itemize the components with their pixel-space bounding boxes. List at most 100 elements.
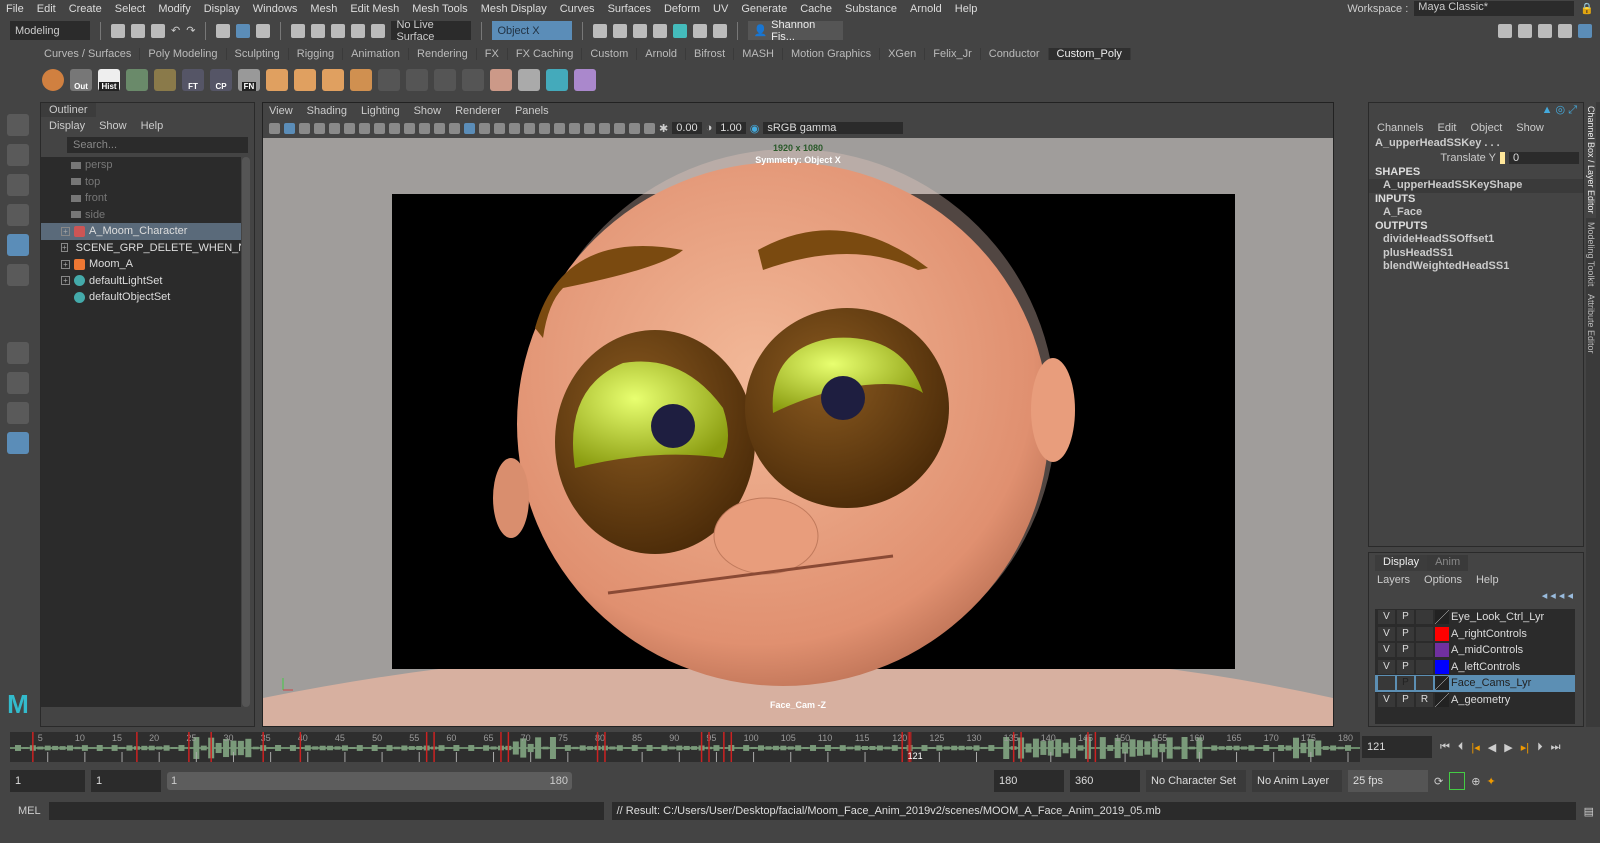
go-to-start-icon[interactable]: ⏮: [1440, 741, 1450, 754]
outliner-menu-display[interactable]: Display: [49, 120, 85, 132]
next-key-icon[interactable]: ▸|: [1521, 741, 1529, 754]
playback-toggle[interactable]: P: [1397, 692, 1414, 707]
expand-icon[interactable]: +: [61, 259, 70, 269]
lock-icon[interactable]: 🔒: [1580, 2, 1594, 15]
visibility-toggle[interactable]: V: [1378, 659, 1395, 674]
side-tab-attribute-editor[interactable]: Attribute Editor: [1586, 290, 1596, 358]
menu-select[interactable]: Select: [115, 3, 146, 15]
extrude-icon[interactable]: [322, 69, 344, 91]
viewport-menu-view[interactable]: View: [269, 105, 293, 117]
face-normals-button[interactable]: FN: [238, 69, 260, 91]
exposure-field[interactable]: 0.00: [672, 122, 702, 134]
shelf-tab-fx-caching[interactable]: FX Caching: [508, 47, 583, 60]
menu-file[interactable]: File: [6, 3, 24, 15]
channel-box-menu-edit[interactable]: Edit: [1437, 122, 1456, 134]
gate-mask-icon[interactable]: [389, 122, 400, 134]
side-tab-channel-box-layer-editor[interactable]: Channel Box / Layer Editor: [1586, 102, 1596, 218]
bookmark-icon[interactable]: [299, 122, 310, 134]
playback-start-field[interactable]: 1: [91, 770, 161, 792]
outliner-camera-item[interactable]: top: [41, 174, 241, 191]
layer-row[interactable]: V P A_rightControls: [1375, 626, 1575, 643]
layer-menu-help[interactable]: Help: [1476, 574, 1499, 586]
command-language-label[interactable]: MEL: [18, 805, 41, 817]
outliner-item[interactable]: + SCENE_GRP_DELETE_WHEN_NECESSA: [41, 240, 241, 257]
outliner-scrollbar[interactable]: [242, 157, 250, 707]
camera-attributes-icon[interactable]: [284, 122, 295, 134]
uv-grid-icon[interactable]: [126, 69, 148, 91]
multi-cut-icon[interactable]: [406, 69, 428, 91]
render-settings-icon[interactable]: [653, 23, 668, 38]
viewport-menu-show[interactable]: Show: [414, 105, 442, 117]
shelf-tab-animation[interactable]: Animation: [343, 47, 410, 60]
start-time-field[interactable]: 1: [10, 770, 85, 792]
playback-end-field[interactable]: 180: [994, 770, 1064, 792]
layer-row[interactable]: P Face_Cams_Lyr: [1375, 675, 1575, 692]
visibility-toggle[interactable]: V: [1378, 643, 1395, 658]
tool-settings-icon[interactable]: [1558, 23, 1572, 38]
layer-row[interactable]: V P Eye_Look_Ctrl_Lyr: [1375, 609, 1575, 626]
menu-mesh-display[interactable]: Mesh Display: [481, 3, 547, 15]
layer-row[interactable]: V P A_midControls: [1375, 642, 1575, 659]
menu-mesh[interactable]: Mesh: [310, 3, 337, 15]
anim-layer-dropdown[interactable]: No Anim Layer: [1252, 770, 1342, 792]
channel-box-menu-show[interactable]: Show: [1516, 122, 1544, 134]
expand-icon[interactable]: +: [61, 243, 68, 253]
attribute-editor-icon[interactable]: [1538, 23, 1552, 38]
reference-toggle[interactable]: R: [1416, 692, 1433, 707]
scale-tool-icon[interactable]: [7, 264, 29, 286]
select-tool-icon[interactable]: [7, 114, 29, 136]
xray-icon[interactable]: [614, 122, 625, 134]
outliner-item[interactable]: + A_Moom_Character: [41, 223, 241, 240]
outliner-camera-item[interactable]: persp: [41, 157, 241, 174]
playback-toggle[interactable]: P: [1397, 676, 1414, 691]
outliner-camera-item[interactable]: side: [41, 207, 241, 224]
shelf-tab-bifrost[interactable]: Bifrost: [686, 47, 735, 60]
gamma-field[interactable]: 1.00: [716, 122, 746, 134]
viewport-menu-lighting[interactable]: Lighting: [361, 105, 400, 117]
menu-cache[interactable]: Cache: [800, 3, 832, 15]
combine-icon[interactable]: [350, 69, 372, 91]
ipr-render-icon[interactable]: [633, 23, 648, 38]
auto-key-icon[interactable]: ⊕: [1471, 775, 1480, 788]
snap-curve-icon[interactable]: [311, 23, 326, 38]
xray-components-icon[interactable]: [644, 122, 655, 134]
modeling-toolkit-icon[interactable]: [1498, 23, 1512, 38]
workspace-dropdown[interactable]: Maya Classic*: [1414, 1, 1575, 16]
isolate-select-icon[interactable]: [599, 122, 610, 134]
layer-color-swatch[interactable]: [1435, 692, 1449, 707]
channel-box-menu-channels[interactable]: Channels: [1377, 122, 1423, 134]
visibility-toggle[interactable]: V: [1378, 626, 1395, 641]
xray-joints-icon[interactable]: [629, 122, 640, 134]
out-shelf-button[interactable]: Out: [70, 69, 92, 91]
step-back-icon[interactable]: ⏴: [1458, 741, 1464, 754]
input-node[interactable]: A_Face: [1369, 206, 1583, 220]
outliner-tab[interactable]: Outliner: [41, 103, 96, 117]
viewport-menu-renderer[interactable]: Renderer: [455, 105, 501, 117]
resolution-gate-icon[interactable]: [374, 122, 385, 134]
menu-curves[interactable]: Curves: [560, 3, 595, 15]
open-scene-icon[interactable]: [131, 23, 145, 38]
shelf-tab-mash[interactable]: MASH: [734, 47, 783, 60]
hist-shelf-button[interactable]: Hist: [98, 69, 120, 91]
play-backward-icon[interactable]: ◀: [1488, 741, 1496, 754]
wireframe-icon[interactable]: [449, 122, 460, 134]
menu-edit[interactable]: Edit: [37, 3, 56, 15]
single-perspective-layout-icon[interactable]: [7, 342, 29, 364]
shadows-icon[interactable]: [524, 122, 535, 134]
viewport-menu-shading[interactable]: Shading: [307, 105, 347, 117]
field-chart-icon[interactable]: [404, 122, 415, 134]
safe-action-icon[interactable]: [419, 122, 430, 134]
shelf-tab-poly-modeling[interactable]: Poly Modeling: [140, 47, 227, 60]
command-input[interactable]: [48, 802, 604, 820]
shape-node[interactable]: A_upperHeadSSKeyShape: [1369, 179, 1583, 193]
user-account-dropdown[interactable]: 👤 Shannon Fis...: [748, 19, 844, 43]
four-view-layout-icon[interactable]: [7, 372, 29, 394]
paint-select-icon[interactable]: [7, 174, 29, 196]
go-to-end-icon[interactable]: ⏭: [1551, 741, 1561, 754]
visibility-toggle[interactable]: V: [1378, 610, 1395, 625]
outliner-camera-item[interactable]: front: [41, 190, 241, 207]
channel-box-menu-object[interactable]: Object: [1470, 122, 1502, 134]
color-management-icon[interactable]: ◉: [750, 122, 760, 135]
motion-blur-icon[interactable]: [554, 122, 565, 134]
reference-toggle[interactable]: [1416, 643, 1433, 658]
